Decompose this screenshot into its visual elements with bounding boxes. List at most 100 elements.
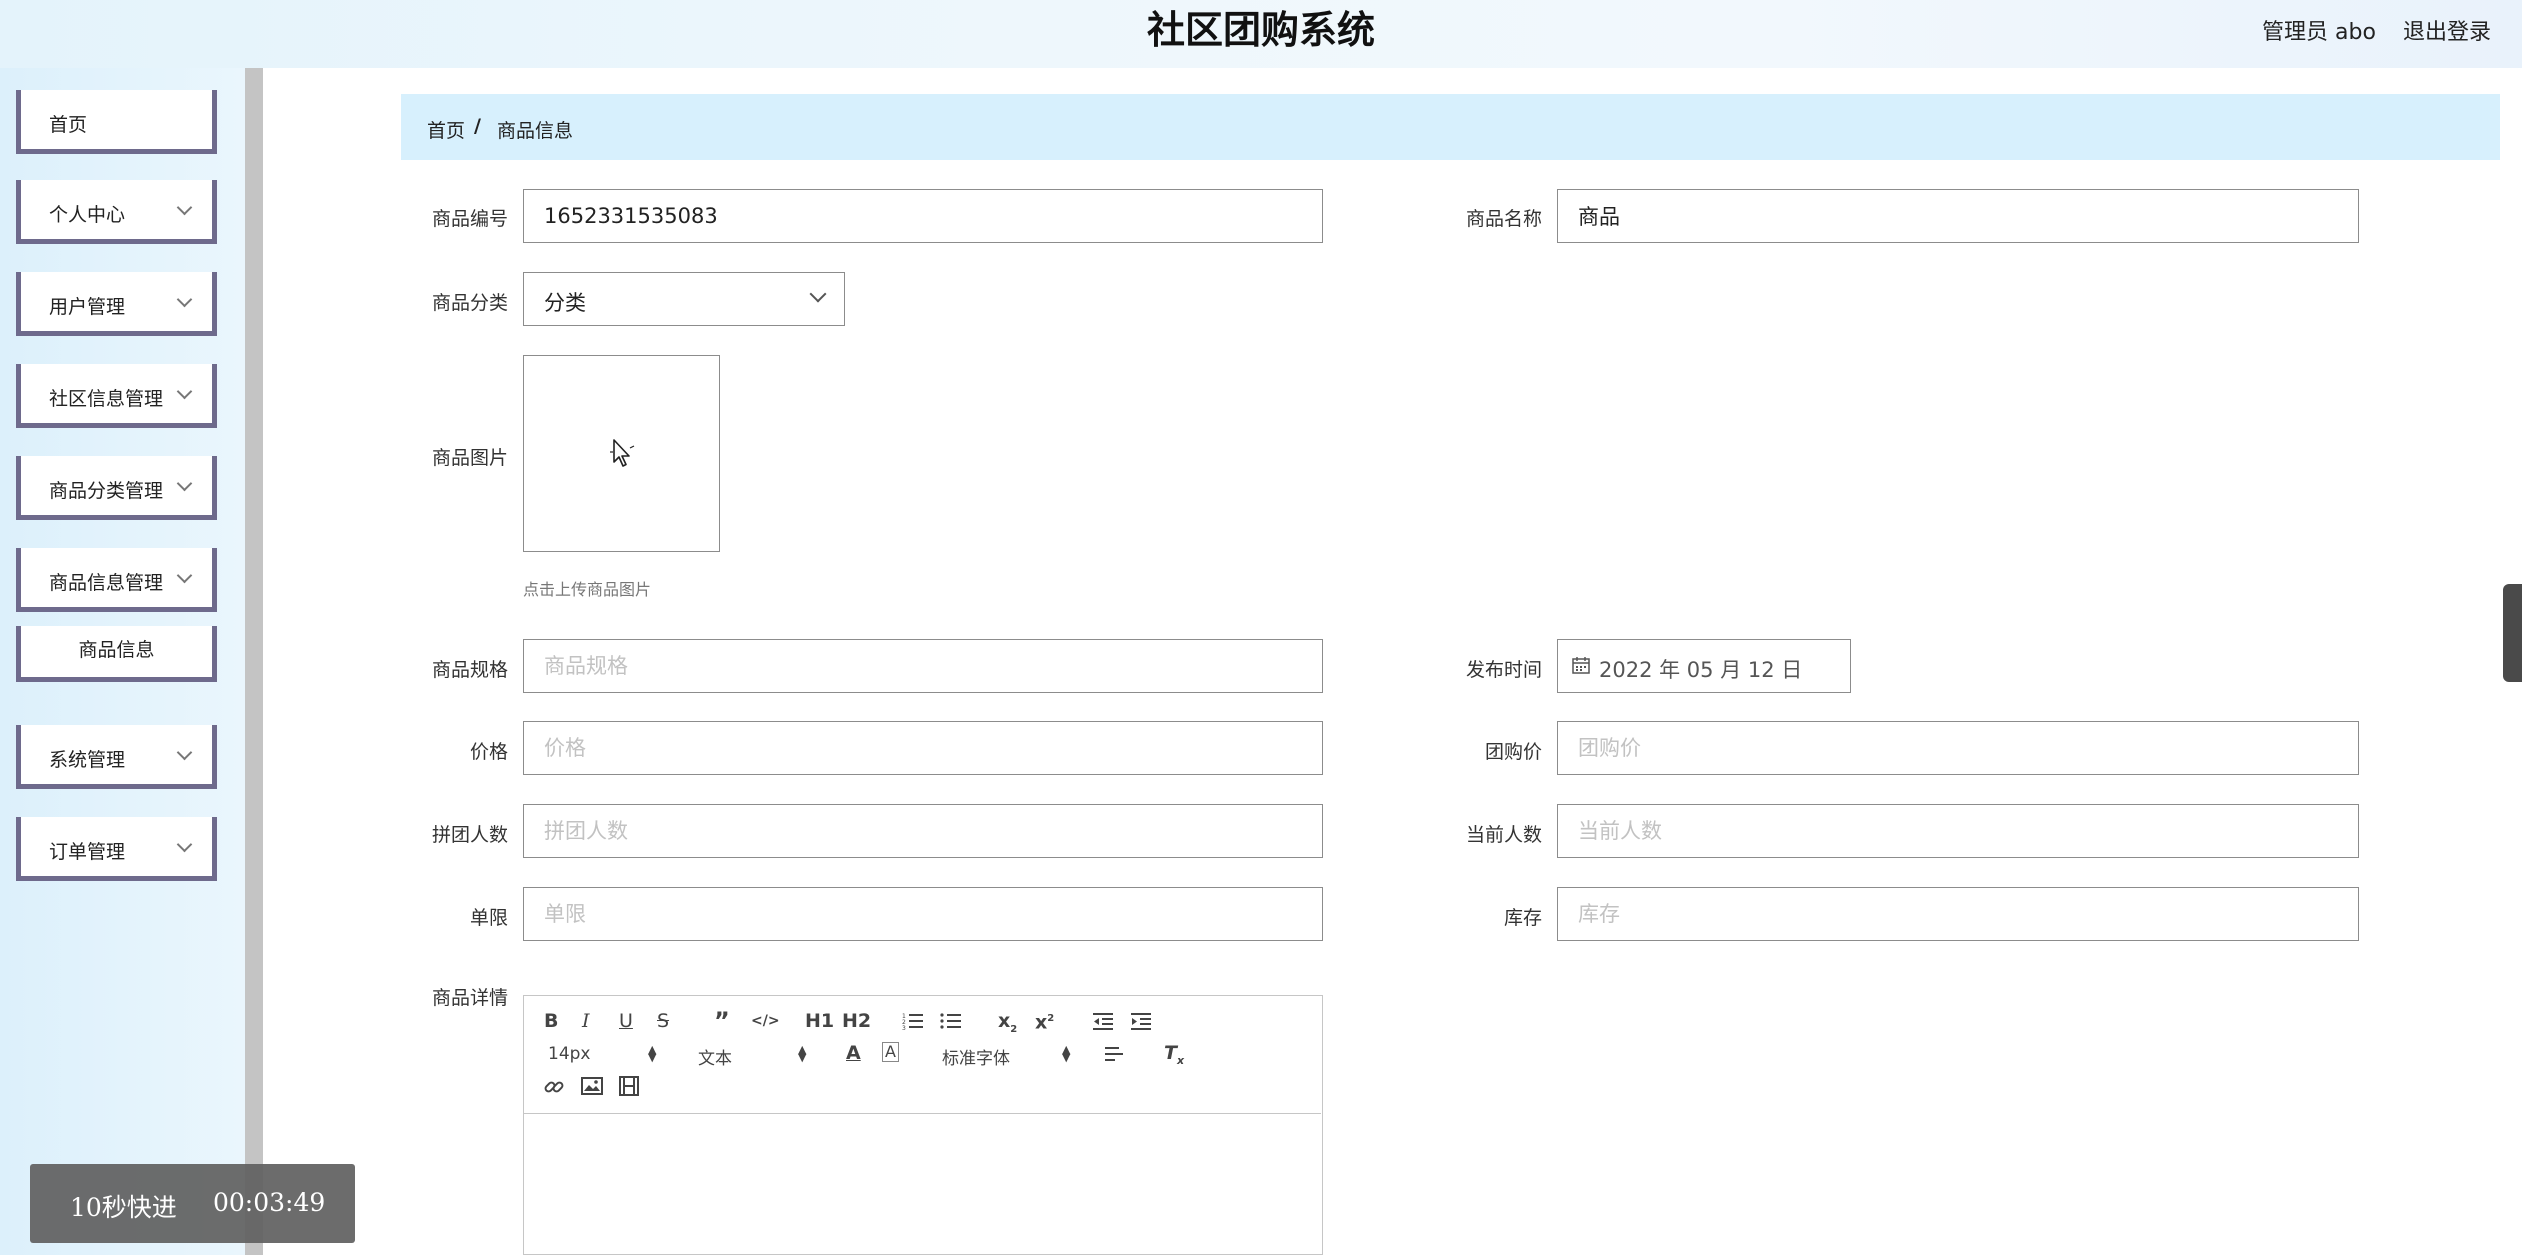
product-code-input[interactable] (523, 189, 1323, 243)
stock-label: 库存 (1503, 907, 1542, 929)
font-size-select[interactable]: 14px ▲ ▼ (548, 1044, 658, 1066)
clear-format-button[interactable]: Tx (1164, 1042, 1184, 1072)
price-input[interactable] (523, 721, 1323, 775)
font-family-select[interactable]: 标准字体 ▲ ▼ (942, 1043, 1072, 1069)
sidebar-item-user-management[interactable]: 用户管理 (16, 272, 217, 336)
playback-overlay: 10秒快进 00:03:49 (30, 1164, 355, 1243)
chevron-down-icon (176, 475, 193, 492)
sidebar-item-label: 商品信息管理 (49, 572, 164, 594)
sidebar-item-label: 商品分类管理 (49, 480, 164, 502)
sidebar-item-label: 个人中心 (49, 204, 126, 226)
sidebar-item-product-management[interactable]: 商品信息管理 (16, 548, 217, 612)
sidebar-item-label: 用户管理 (49, 296, 126, 318)
video-icon[interactable] (619, 1076, 639, 1096)
fast-forward-10s-button[interactable]: 10秒快进 (70, 1188, 177, 1224)
calendar-icon (1572, 657, 1590, 674)
price-label: 价格 (469, 741, 508, 763)
svg-text:3: 3 (902, 1025, 906, 1030)
publish-time-value: 2022 年 05 月 12 日 (1599, 658, 1803, 682)
stock-input[interactable] (1557, 887, 2359, 941)
current-user-label: 管理员 abo (2262, 20, 2376, 45)
side-panel-handle[interactable] (2503, 584, 2522, 682)
upload-cursor-icon (610, 439, 635, 467)
chevron-down-icon (176, 567, 193, 584)
sidebar-item-home[interactable]: 首页 (16, 90, 217, 154)
product-spec-label: 商品规格 (431, 659, 508, 681)
link-icon[interactable] (543, 1076, 565, 1098)
italic-button[interactable]: I (582, 1010, 590, 1032)
image-upload-hint: 点击上传商品图片 (523, 580, 652, 599)
heading-2-button[interactable]: H2 (842, 1010, 871, 1032)
background-color-button[interactable]: A (882, 1042, 899, 1062)
subscript-button[interactable]: x2 (998, 1010, 1017, 1041)
indent-icon[interactable] (1130, 1012, 1152, 1030)
breadcrumb: 首页 / 商品信息 (401, 94, 2500, 160)
sidebar-item-community-management[interactable]: 社区信息管理 (16, 364, 217, 428)
group-size-input[interactable] (523, 804, 1323, 858)
purchase-limit-label: 单限 (469, 907, 508, 929)
sidebar-item-system-management[interactable]: 系统管理 (16, 725, 217, 789)
group-price-input[interactable] (1557, 721, 2359, 775)
blockquote-button[interactable]: ” (714, 1009, 730, 1033)
code-block-button[interactable]: </> (751, 1010, 780, 1032)
product-category-label: 商品分类 (431, 292, 508, 314)
font-family-value: 标准字体 (942, 1049, 1010, 1069)
block-type-select[interactable]: 文本 ▲ ▼ (698, 1043, 808, 1069)
strikethrough-button[interactable]: S (657, 1010, 669, 1032)
purchase-limit-input[interactable] (523, 887, 1323, 941)
select-value: 分类 (544, 291, 586, 315)
breadcrumb-separator: / (474, 115, 481, 137)
chevron-down-icon (176, 383, 193, 400)
editor-content-area[interactable] (524, 1116, 1321, 1252)
select-arrows-icon: ▲ ▼ (1062, 1043, 1071, 1064)
playback-time: 00:03:49 (213, 1188, 326, 1217)
product-name-input[interactable] (1557, 189, 2359, 243)
breadcrumb-home-link[interactable]: 首页 (427, 116, 465, 143)
product-category-select[interactable]: 分类 (523, 272, 845, 326)
underline-button[interactable]: U (619, 1010, 633, 1032)
bold-button[interactable]: B (544, 1010, 558, 1032)
font-color-button[interactable]: A (846, 1042, 861, 1064)
product-detail-label: 商品详情 (431, 987, 508, 1009)
image-upload-box[interactable] (523, 355, 720, 552)
select-arrows-icon: ▲ ▼ (648, 1043, 657, 1064)
chevron-down-icon (176, 291, 193, 308)
app-title: 社区团购系统 (1146, 8, 1375, 52)
sidebar-item-label: 首页 (49, 114, 88, 136)
current-count-input[interactable] (1557, 804, 2359, 858)
align-icon[interactable] (1104, 1046, 1124, 1064)
sidebar-item-label: 系统管理 (49, 749, 126, 771)
chevron-down-icon (176, 836, 193, 853)
product-code-label: 商品编号 (431, 208, 508, 230)
sidebar-item-category-management[interactable]: 商品分类管理 (16, 456, 217, 520)
sidebar-item-personal-center[interactable]: 个人中心 (16, 180, 217, 244)
font-size-value: 14px (548, 1044, 591, 1064)
ordered-list-icon[interactable]: 1 2 3 (902, 1012, 924, 1030)
image-icon[interactable] (581, 1076, 603, 1096)
product-name-label: 商品名称 (1465, 208, 1542, 230)
heading-1-button[interactable]: H1 (805, 1010, 834, 1032)
editor-toolbar: B I U S ” </> H1 H2 1 2 3 x2 x2 14px ▲ ▼… (524, 996, 1321, 1114)
group-size-label: 拼团人数 (431, 824, 508, 846)
group-price-label: 团购价 (1484, 741, 1542, 763)
bullet-list-icon[interactable] (940, 1012, 962, 1030)
sidebar-item-order-management[interactable]: 订单管理 (16, 817, 217, 881)
publish-time-label: 发布时间 (1465, 659, 1542, 681)
breadcrumb-current: 商品信息 (497, 120, 574, 142)
select-arrows-icon: ▲ ▼ (798, 1043, 807, 1064)
publish-time-picker[interactable]: 2022 年 05 月 12 日 (1557, 639, 1851, 693)
outdent-icon[interactable] (1092, 1012, 1114, 1030)
top-header: 社区团购系统 管理员 abo 退出登录 (0, 0, 2522, 68)
block-type-value: 文本 (698, 1049, 732, 1069)
sidebar-item-label: 社区信息管理 (49, 388, 164, 410)
sidebar-subitem-product-info[interactable]: 商品信息 (16, 626, 217, 682)
superscript-button[interactable]: x2 (1035, 1008, 1054, 1033)
content-gutter (263, 68, 375, 1255)
rich-text-editor: B I U S ” </> H1 H2 1 2 3 x2 x2 14px ▲ ▼… (523, 995, 1323, 1255)
product-image-label: 商品图片 (431, 447, 508, 469)
product-spec-input[interactable] (523, 639, 1323, 693)
chevron-down-icon (176, 744, 193, 761)
sidebar-item-label: 订单管理 (49, 841, 126, 863)
logout-link[interactable]: 退出登录 (2403, 14, 2491, 46)
sidebar-scrollbar[interactable] (245, 68, 263, 1255)
